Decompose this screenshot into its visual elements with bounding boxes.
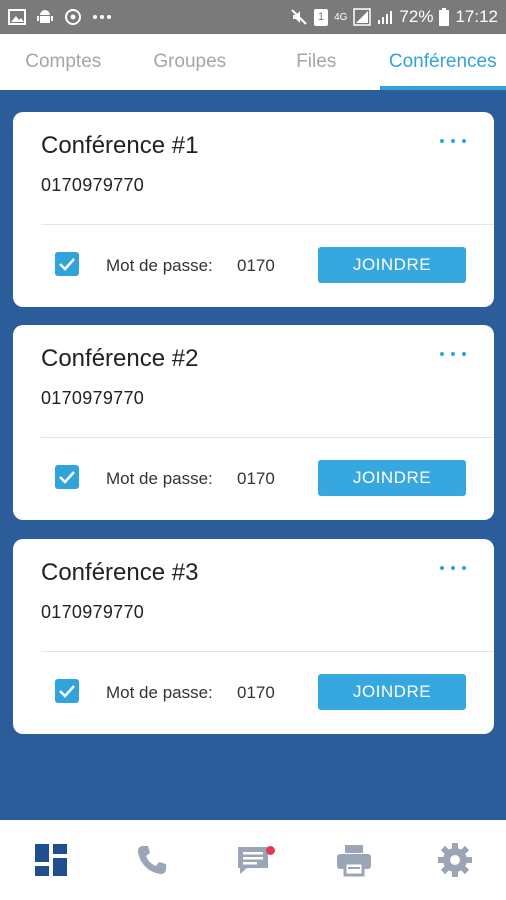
nav-messages[interactable] [202, 820, 303, 900]
checkmark-icon [59, 471, 75, 484]
conference-title: Conférence #2 [41, 345, 199, 372]
tab-files[interactable]: Files [253, 34, 380, 90]
tab-label: Conférences [388, 51, 497, 72]
nav-fax[interactable] [304, 820, 405, 900]
battery-level: 72% [399, 7, 434, 26]
tab-bar: Comptes Groupes Files Conférences [0, 34, 506, 90]
nav-phone[interactable] [101, 820, 202, 900]
join-button[interactable]: JOINDRE [318, 460, 466, 496]
tab-conferences[interactable]: Conférences [379, 34, 506, 90]
nav-dashboard[interactable] [0, 820, 101, 900]
bottom-navigation [0, 820, 506, 900]
tab-label: Groupes [153, 51, 227, 72]
conference-card-3: Conférence #3 0170979770 Mot de passe: 0… [13, 539, 494, 734]
password-checkbox[interactable] [55, 465, 79, 489]
tab-groupes[interactable]: Groupes [127, 34, 254, 90]
signal-icon [377, 9, 393, 25]
mute-icon [290, 8, 308, 26]
password-label: Mot de passe: [106, 683, 213, 702]
conference-title: Conférence #1 [41, 132, 199, 159]
more-notifications-icon [92, 14, 112, 20]
password-value: 0170 [237, 469, 275, 488]
join-button[interactable]: JOINDRE [318, 674, 466, 710]
phone-icon [137, 846, 166, 874]
android-icon [36, 8, 54, 26]
password-label: Mot de passe: [106, 256, 213, 275]
checkmark-icon [59, 258, 75, 271]
conference-title: Conférence #3 [41, 559, 199, 586]
printer-icon [337, 845, 372, 877]
conference-list: Conférence #1 0170979770 Mot de passe: 0… [0, 90, 506, 820]
checkmark-icon [59, 685, 75, 698]
battery-icon [439, 8, 450, 26]
more-options-icon[interactable] [440, 134, 466, 148]
password-value: 0170 [237, 683, 275, 702]
password-checkbox[interactable] [55, 252, 79, 276]
conference-number: 0170979770 [41, 175, 145, 195]
network-type: 4G [334, 11, 348, 23]
sim-label: 1 [318, 11, 325, 23]
clock: 17:12 [455, 7, 498, 26]
notification-badge [266, 846, 276, 855]
conference-card-1: Conférence #1 0170979770 Mot de passe: 0… [13, 112, 494, 307]
wifi-icon [353, 8, 372, 26]
sync-icon [64, 8, 82, 26]
divider [41, 437, 494, 438]
dashboard-icon [34, 844, 67, 876]
join-button[interactable]: JOINDRE [318, 247, 466, 283]
conference-number: 0170979770 [41, 388, 145, 408]
conference-number: 0170979770 [41, 602, 145, 622]
more-options-icon[interactable] [440, 347, 466, 361]
tab-comptes[interactable]: Comptes [0, 34, 127, 90]
settings-icon [438, 843, 473, 877]
tab-label: Files [296, 51, 337, 72]
status-bar: 1 4G 72% 17:12 [0, 0, 506, 34]
more-options-icon[interactable] [440, 561, 466, 575]
password-label: Mot de passe: [106, 469, 213, 488]
nav-settings[interactable] [405, 820, 506, 900]
image-notification-icon [8, 9, 26, 25]
divider [41, 651, 494, 652]
sim-icon: 1 [314, 8, 329, 26]
password-value: 0170 [237, 256, 275, 275]
tab-label: Comptes [25, 51, 102, 72]
conference-card-2: Conférence #2 0170979770 Mot de passe: 0… [13, 325, 494, 520]
divider [41, 224, 494, 225]
password-checkbox[interactable] [55, 679, 79, 703]
